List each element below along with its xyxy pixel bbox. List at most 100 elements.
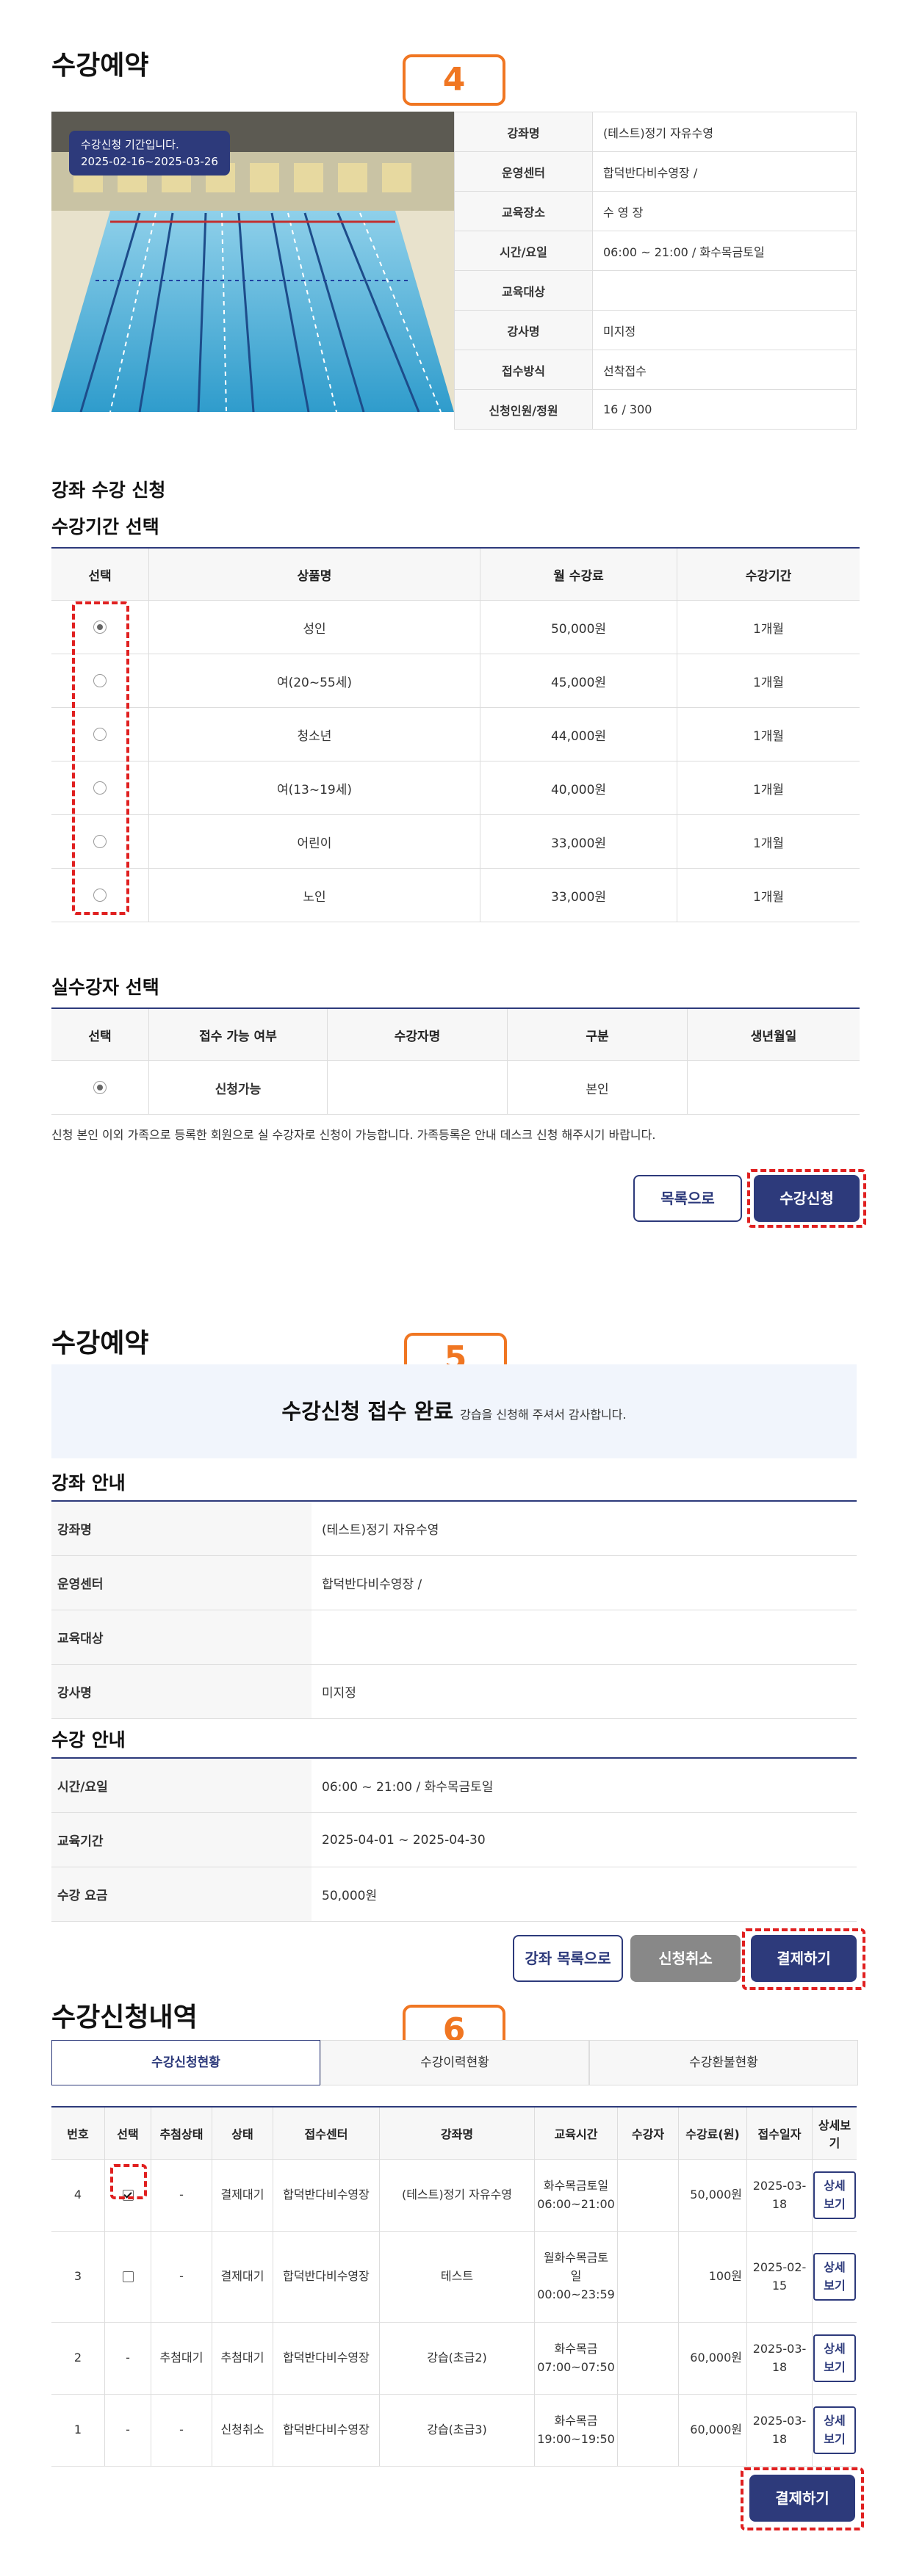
row-status: 결제대기: [212, 2159, 273, 2232]
info-key: 강사명: [51, 1664, 312, 1719]
student-birth: [687, 1060, 860, 1115]
col-header: 선택: [104, 2107, 151, 2160]
student-table: 선택 접수 가능 여부 수강자명 구분 생년월일 신청가능 본인: [51, 1007, 860, 1115]
row-number: 3: [51, 2231, 105, 2323]
time-days-cont: 일: [570, 2269, 582, 2284]
period-heading: 수강기간 선택: [51, 516, 159, 538]
table-row[interactable]: 성인 50,000원 1개월: [51, 600, 860, 654]
row-center: 합덕반다비수영장: [273, 2322, 380, 2395]
date-part: 2025-03-: [752, 2413, 807, 2428]
row-time: 화수목금토일 06:00~21:00: [534, 2159, 618, 2232]
product-name: 여(20~55세): [148, 654, 480, 708]
info-key: 강좌명: [454, 112, 593, 152]
period-length: 1개월: [677, 868, 860, 922]
col-header: 접수 가능 여부: [148, 1008, 328, 1061]
table-row: 3 - 결제대기 합덕반다비수영장 테스트 월화수목금토 일 00:00~23:59…: [51, 2231, 857, 2323]
col-header: 추첨상태: [151, 2107, 212, 2160]
student-radio[interactable]: [93, 1081, 107, 1094]
table-row[interactable]: 노인 33,000원 1개월: [51, 868, 860, 922]
date-part: 15: [771, 2278, 788, 2293]
info-value: [592, 270, 857, 311]
row-course: 강습(초급3): [379, 2394, 535, 2467]
registration-period-dates: 2025-02-16~2025-03-26: [81, 154, 218, 168]
table-row[interactable]: 여(20~55세) 45,000원 1개월: [51, 654, 860, 708]
info-value: 수 영 장: [592, 191, 857, 231]
row-center: 합덕반다비수영장: [273, 2394, 380, 2467]
row-date: 2025-03- 18: [746, 2159, 813, 2232]
info-value: [312, 1610, 857, 1665]
tab-history[interactable]: 수강이력현황: [320, 2040, 589, 2085]
table-row[interactable]: 신청가능 본인: [51, 1060, 860, 1115]
draw-status: -: [151, 2394, 212, 2467]
time-days: 월화수목금토: [543, 2251, 609, 2265]
detail-button[interactable]: 상세보기: [813, 2406, 856, 2455]
col-header: 선택: [51, 548, 149, 601]
time-days: 화수목금토일: [543, 2178, 609, 2193]
row-date: 2025-03- 18: [746, 2322, 813, 2395]
row-number: 2: [51, 2322, 105, 2395]
detail-button[interactable]: 상세보기: [813, 2252, 856, 2301]
col-header: 교육시간: [534, 2107, 618, 2160]
row-fee: 100원: [678, 2231, 747, 2323]
period-table: 선택 상품명 월 수강료 수강기간 성인 50,000원 1개월 여(20~55…: [51, 547, 860, 922]
detail-button[interactable]: 상세보기: [813, 2171, 856, 2220]
info-key: 교육대상: [51, 1610, 312, 1665]
col-header: 수강자명: [327, 1008, 508, 1061]
family-notice: 신청 본인 이외 가족으로 등록한 회원으로 실 수강자로 신청이 가능합니다.…: [51, 1128, 656, 1142]
col-header: 구분: [507, 1008, 688, 1061]
registration-period-text: 수강신청 기간입니다.: [81, 138, 179, 151]
row-status: 추첨대기: [212, 2322, 273, 2395]
period-length: 1개월: [677, 761, 860, 815]
row-course: 테스트: [379, 2231, 535, 2323]
row-fee: 50,000원: [678, 2159, 747, 2232]
info-key: 신청인원/정원: [454, 389, 593, 430]
course-list-button[interactable]: 강좌 목록으로: [513, 1935, 623, 1982]
info-value: (테스트)정기 자유수영: [592, 112, 857, 152]
col-header: 접수일자: [746, 2107, 813, 2160]
time-hours: 19:00~19:50: [537, 2431, 615, 2446]
course-info-table: 강좌명 (테스트)정기 자유수영 운영센터 합덕반다비수영장 / 교육장소 수 영 장…: [454, 112, 857, 430]
detail-button[interactable]: 상세보기: [813, 2334, 856, 2383]
info-value: 선착접수: [592, 350, 857, 390]
period-length: 1개월: [677, 654, 860, 708]
page-title-2: 수강예약: [51, 1328, 149, 1358]
time-hours: 06:00~21:00: [537, 2196, 615, 2211]
time-days: 화수목금: [554, 2341, 598, 2356]
info-key: 운영센터: [51, 1555, 312, 1610]
tab-refund[interactable]: 수강환불현황: [589, 2040, 858, 2085]
col-header: 강좌명: [379, 2107, 535, 2160]
date-part: 2025-03-: [752, 2178, 807, 2193]
info-value: 06:00 ~ 21:00 / 화수목금토일: [312, 1758, 857, 1813]
col-header: 수강료(원): [678, 2107, 747, 2160]
table-row: 1 - - 신청취소 합덕반다비수영장 강습(초급3) 화수목금 19:00~19…: [51, 2394, 857, 2467]
course-info-heading: 강좌 안내: [51, 1472, 126, 1494]
draw-status: -: [151, 2231, 212, 2323]
info-key: 교육기간: [51, 1812, 312, 1867]
info-value: 미지정: [312, 1664, 857, 1719]
row-time: 월화수목금토일 00:00~23:59: [534, 2231, 618, 2323]
time-hours: 07:00~07:50: [537, 2359, 615, 2374]
completion-title: 수강신청 접수 완료: [281, 1399, 454, 1424]
date-part: 18: [771, 2359, 788, 2374]
checkbox-highlight: [110, 2164, 147, 2199]
time-hours: 00:00~23:59: [537, 2287, 615, 2301]
info-key: 강사명: [454, 310, 593, 350]
back-to-list-button[interactable]: 목록으로: [633, 1175, 742, 1222]
history-table: 번호 선택 추첨상태 상태 접수센터 강좌명 교육시간 수강자 수강료(원) 접…: [51, 2106, 857, 2467]
row-checkbox[interactable]: [122, 2271, 134, 2283]
col-header: 상세보기: [812, 2107, 857, 2160]
row-status: 결제대기: [212, 2231, 273, 2323]
cancel-application-button[interactable]: 신청취소: [630, 1935, 741, 1982]
tab-application-status[interactable]: 수강신청현황: [51, 2040, 320, 2085]
info-value: (테스트)정기 자유수영: [312, 1501, 857, 1556]
row-student: [617, 2394, 679, 2467]
completion-subtitle: 강습을 신청해 주셔서 감사합니다.: [460, 1408, 627, 1422]
history-tabs: 수강신청현황 수강이력현황 수강환불현황: [51, 2040, 858, 2085]
row-fee: 60,000원: [678, 2322, 747, 2395]
draw-status: 추첨대기: [151, 2322, 212, 2395]
info-key: 시간/요일: [51, 1758, 312, 1813]
table-row: 4 - 결제대기 합덕반다비수영장 (테스트)정기 자유수영 화수목금토일 06:…: [51, 2159, 857, 2232]
table-row[interactable]: 청소년 44,000원 1개월: [51, 707, 860, 761]
table-row[interactable]: 여(13~19세) 40,000원 1개월: [51, 761, 860, 815]
table-row[interactable]: 어린이 33,000원 1개월: [51, 814, 860, 869]
